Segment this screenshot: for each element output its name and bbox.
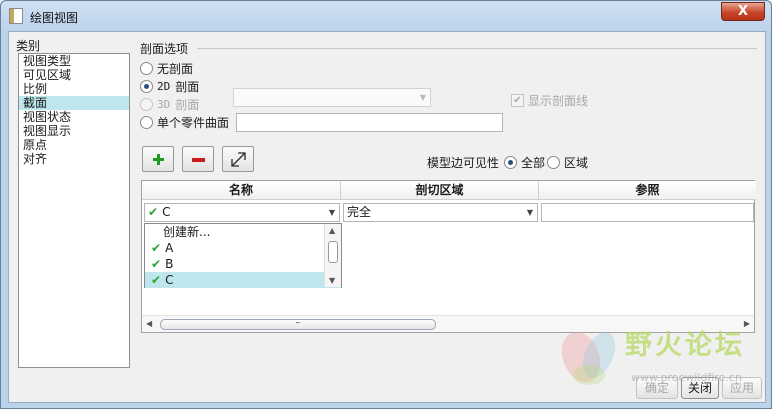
- add-section-button[interactable]: [142, 146, 174, 172]
- title-bar[interactable]: 绘图视图 X: [1, 1, 771, 31]
- table-horizontal-scrollbar[interactable]: ◀ ┅ ▶: [142, 315, 754, 332]
- apply-button[interactable]: 应用: [722, 377, 762, 399]
- check-icon: ✔: [151, 241, 162, 255]
- category-list[interactable]: 视图类型 可见区域 比例 截面 视图状态 视图显示 原点 对齐: [18, 53, 130, 368]
- dropdown-vertical-scrollbar[interactable]: ▲ ▼: [324, 224, 341, 287]
- scroll-down-arrow-icon[interactable]: ▼: [329, 276, 335, 285]
- dropdown-item-c[interactable]: ✔ C: [145, 272, 341, 288]
- show-section-lines-checkbox[interactable]: ✔ 显示剖面线: [511, 92, 588, 109]
- checkbox-checked-icon: ✔: [511, 94, 524, 107]
- name-dropdown-list[interactable]: 创建新... ✔ A ✔ B ✔ C ▲ ▼: [144, 223, 342, 288]
- section-options-title: 剖面选项: [140, 42, 189, 56]
- radio-3d-label: 剖面: [175, 98, 200, 112]
- radio-edge-area[interactable]: 区域: [547, 154, 588, 171]
- close-button[interactable]: 关闭: [681, 377, 719, 399]
- name-cell-dropdown[interactable]: ✔ C ▼: [144, 203, 340, 222]
- radio-3d-prefix: 3D: [157, 98, 171, 111]
- radio-dot: [140, 116, 153, 129]
- category-item-view-type[interactable]: 视图类型: [19, 54, 129, 68]
- dropdown-item-b[interactable]: ✔ B: [145, 256, 341, 272]
- radio-2d-section[interactable]: 2D 剖面: [140, 78, 199, 95]
- radio-no-section[interactable]: 无剖面: [140, 60, 193, 77]
- cut-area-dropdown[interactable]: 完全 ▼: [343, 203, 538, 222]
- dropdown-item-label: A: [165, 241, 174, 255]
- category-item-section[interactable]: 截面: [19, 96, 129, 110]
- radio-edge-full[interactable]: 全部: [504, 154, 545, 171]
- radio-edge-area-label: 区域: [564, 156, 589, 170]
- category-item-alignment[interactable]: 对齐: [19, 152, 129, 166]
- category-label: 类别: [16, 39, 41, 53]
- category-item-origin[interactable]: 原点: [19, 138, 129, 152]
- edge-visibility-label: 模型边可见性: [427, 156, 500, 170]
- cut-area-value: 完全: [347, 205, 372, 219]
- chevron-down-icon: ▼: [328, 208, 335, 217]
- chevron-down-icon: ▼: [419, 93, 426, 102]
- check-icon: ✔: [151, 273, 162, 287]
- close-window-button[interactable]: X: [721, 2, 765, 21]
- radio-dot: [140, 98, 153, 111]
- flip-arrows-icon: [231, 152, 246, 167]
- name-cell-value: C: [162, 205, 171, 219]
- radio-single-part-surface[interactable]: 单个零件曲面: [140, 114, 229, 131]
- category-item-view-display[interactable]: 视图显示: [19, 124, 129, 138]
- column-header-reference[interactable]: 参照: [539, 181, 756, 200]
- document-icon: [9, 8, 23, 24]
- category-item-scale[interactable]: 比例: [19, 82, 129, 96]
- flip-section-button[interactable]: [222, 146, 254, 172]
- remove-section-button[interactable]: [182, 146, 214, 172]
- radio-single-part-label: 单个零件曲面: [157, 116, 230, 130]
- radio-dot-selected: [504, 156, 517, 169]
- scroll-left-arrow-icon[interactable]: ◀: [146, 319, 152, 328]
- column-header-cut-area[interactable]: 剖切区域: [341, 181, 539, 200]
- window-title: 绘图视图: [30, 11, 79, 25]
- dropdown-item-label: B: [165, 257, 174, 271]
- dialog-client-area: 类别 视图类型 可见区域 比例 截面 视图状态 视图显示 原点 对齐 剖面选项 …: [8, 31, 766, 403]
- category-item-visible-area[interactable]: 可见区域: [19, 68, 129, 82]
- radio-3d-section[interactable]: 3D 剖面: [140, 96, 199, 113]
- dropdown-item-create-new[interactable]: 创建新...: [145, 224, 341, 240]
- radio-dot-selected: [140, 80, 153, 93]
- reference-cell[interactable]: [541, 203, 754, 222]
- column-header-name[interactable]: 名称: [142, 181, 341, 200]
- check-icon: ✔: [148, 205, 159, 219]
- dropdown-item-a[interactable]: ✔ A: [145, 240, 341, 256]
- scroll-right-arrow-icon[interactable]: ▶: [744, 319, 750, 328]
- radio-2d-prefix: 2D: [157, 80, 171, 93]
- scrollbar-thumb[interactable]: [328, 241, 338, 263]
- radio-no-section-label: 无剖面: [157, 62, 194, 76]
- radio-dot: [547, 156, 560, 169]
- section-divider: [197, 48, 757, 49]
- show-section-lines-label: 显示剖面线: [528, 94, 589, 108]
- scrollbar-thumb[interactable]: ┅: [160, 319, 436, 330]
- chevron-down-icon: ▼: [526, 208, 533, 217]
- single-part-surface-input[interactable]: [236, 113, 503, 132]
- dropdown-item-label: C: [165, 273, 174, 287]
- section-table[interactable]: 名称 剖切区域 参照 ✔ C ▼ 完全 ▼ 创建新... ✔ A ✔ B ✔ C…: [141, 180, 756, 333]
- radio-2d-label: 剖面: [175, 80, 200, 94]
- check-icon: ✔: [151, 257, 162, 271]
- radio-edge-full-label: 全部: [521, 156, 546, 170]
- ok-button[interactable]: 确定: [636, 377, 678, 399]
- dialog-window: 绘图视图 X 类别 视图类型 可见区域 比例 截面 视图状态 视图显示 原点 对…: [0, 0, 772, 409]
- scroll-up-arrow-icon[interactable]: ▲: [329, 226, 335, 235]
- category-item-view-state[interactable]: 视图状态: [19, 110, 129, 124]
- radio-dot: [140, 62, 153, 75]
- 3d-section-dropdown[interactable]: ▼: [233, 88, 431, 107]
